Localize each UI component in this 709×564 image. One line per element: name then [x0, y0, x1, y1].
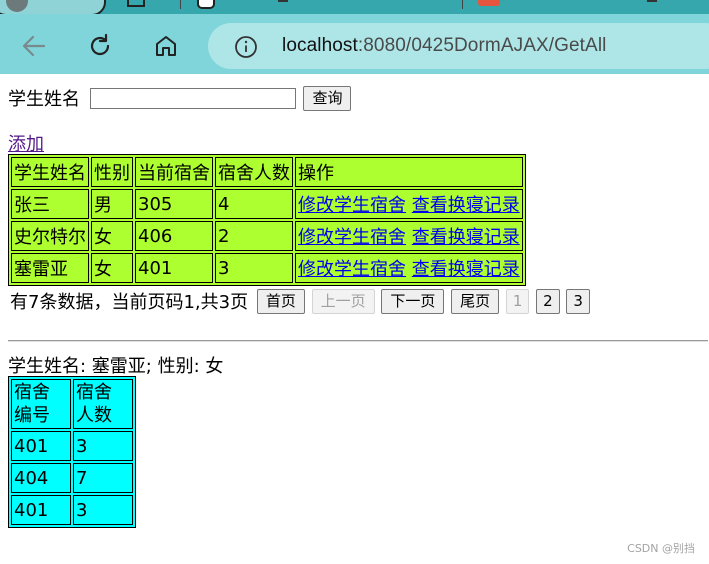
pagination-info: 有7条数据，当前页码1,共3页 [10, 292, 249, 313]
tab-separator [180, 0, 181, 9]
search-form: 学生姓名 查询 [8, 85, 352, 111]
students-table: 学生姓名 性别 当前宿舍 宿舍人数 操作 张三 男 305 4 修改学生宿舍 查… [8, 154, 526, 286]
tab-title-fragment[interactable] [278, 0, 288, 2]
cell-actions: 修改学生宿舍 查看换寝记录 [295, 189, 523, 219]
divider [8, 340, 708, 342]
table-row: 401 3 [11, 431, 133, 461]
back-button[interactable] [19, 31, 49, 61]
cell-dorm: 305 [135, 189, 213, 219]
url-path: :8080/0425DormAJAX/GetAll [357, 35, 607, 56]
view-history-link[interactable]: 查看换寝记录 [412, 227, 520, 248]
cell-gender: 女 [91, 253, 133, 283]
browser-toolbar: localhost:8080/0425DormAJAX/GetAll [0, 14, 709, 74]
header-dorm-number: 宿舍 编号 [11, 379, 71, 429]
student-detail: 学生姓名: 塞雷亚; 性别: 女 [8, 356, 224, 377]
view-history-link[interactable]: 查看换寝记录 [412, 195, 520, 216]
cell-dorm-count: 3 [73, 495, 133, 525]
cell-dorm-count: 4 [215, 189, 293, 219]
header-line: 编号 [14, 405, 50, 426]
arrow-left-icon [22, 35, 46, 57]
cell-dorm: 404 [11, 463, 71, 493]
page-2-button[interactable]: 2 [536, 288, 560, 314]
cell-dorm-count: 3 [215, 253, 293, 283]
url-text[interactable]: localhost:8080/0425DormAJAX/GetAll [282, 35, 606, 57]
cell-dorm: 401 [135, 253, 213, 283]
dorm-history-table: 宿舍 编号 宿舍 人数 401 3 404 7 401 3 [8, 376, 136, 528]
cell-dorm-count: 2 [215, 221, 293, 251]
first-page-button[interactable]: 首页 [256, 288, 305, 314]
cell-actions: 修改学生宿舍 查看换寝记录 [295, 253, 523, 283]
header-line: 宿舍 [76, 382, 112, 403]
last-page-button[interactable]: 尾页 [451, 288, 500, 314]
search-label: 学生姓名 [8, 89, 80, 110]
header-dorm-count: 宿舍人数 [215, 157, 293, 187]
site-info-button[interactable] [234, 35, 258, 63]
home-button[interactable] [151, 31, 181, 61]
table-row: 史尔特尔 女 406 2 修改学生宿舍 查看换寝记录 [11, 221, 523, 251]
header-student-name: 学生姓名 [11, 157, 89, 187]
cell-gender: 女 [91, 221, 133, 251]
page-3-button[interactable]: 3 [566, 288, 590, 314]
edit-dorm-link[interactable]: 修改学生宿舍 [298, 227, 406, 248]
prev-page-button[interactable]: 上一页 [311, 288, 375, 314]
next-page-button[interactable]: 下一页 [381, 288, 445, 314]
header-line: 宿舍 [14, 382, 50, 403]
cell-dorm-count: 3 [73, 431, 133, 461]
edit-dorm-link[interactable]: 修改学生宿舍 [298, 195, 406, 216]
tab-favicon[interactable] [478, 0, 500, 6]
table-row: 401 3 [11, 495, 133, 525]
cell-dorm: 401 [11, 495, 71, 525]
refresh-icon [90, 33, 110, 56]
add-link[interactable]: 添加 [8, 130, 44, 156]
tab-title-fragment[interactable] [647, 0, 657, 2]
cell-actions: 修改学生宿舍 查看换寝记录 [295, 221, 523, 251]
search-button[interactable]: 查询 [303, 85, 352, 111]
address-bar[interactable]: localhost:8080/0425DormAJAX/GetAll [208, 23, 709, 69]
watermark: CSDN @别挡 [627, 542, 695, 555]
header-gender: 性别 [91, 157, 133, 187]
cell-student-name: 塞雷亚 [11, 253, 89, 283]
url-host: localhost [282, 35, 358, 56]
cell-gender: 男 [91, 189, 133, 219]
table-row: 404 7 [11, 463, 133, 493]
header-line: 人数 [76, 405, 112, 426]
cell-dorm: 401 [11, 431, 71, 461]
info-icon [235, 36, 257, 58]
reload-button[interactable] [85, 31, 115, 61]
header-actions: 操作 [295, 157, 523, 187]
tab-favicon[interactable] [197, 0, 215, 9]
table-header-row: 宿舍 编号 宿舍 人数 [11, 379, 133, 429]
tab-separator [462, 0, 463, 9]
home-icon [156, 36, 176, 56]
workspaces-icon[interactable] [127, 0, 145, 7]
cell-student-name: 史尔特尔 [11, 221, 89, 251]
pagination: 有7条数据，当前页码1,共3页 首页 上一页 下一页 尾页 1 2 3 [10, 288, 590, 314]
student-name-input[interactable] [89, 87, 296, 109]
page-1-button[interactable]: 1 [505, 288, 530, 314]
browser-tab-strip [0, 0, 709, 14]
view-history-link[interactable]: 查看换寝记录 [412, 259, 520, 280]
cell-dorm-count: 7 [73, 463, 133, 493]
table-row: 张三 男 305 4 修改学生宿舍 查看换寝记录 [11, 189, 523, 219]
header-dorm-count: 宿舍人数 [73, 379, 133, 429]
cell-student-name: 张三 [11, 189, 89, 219]
cell-dorm: 406 [135, 221, 213, 251]
edit-dorm-link[interactable]: 修改学生宿舍 [298, 259, 406, 280]
table-row: 塞雷亚 女 401 3 修改学生宿舍 查看换寝记录 [11, 253, 523, 283]
header-current-dorm: 当前宿舍 [135, 157, 213, 187]
table-header-row: 学生姓名 性别 当前宿舍 宿舍人数 操作 [11, 157, 523, 187]
